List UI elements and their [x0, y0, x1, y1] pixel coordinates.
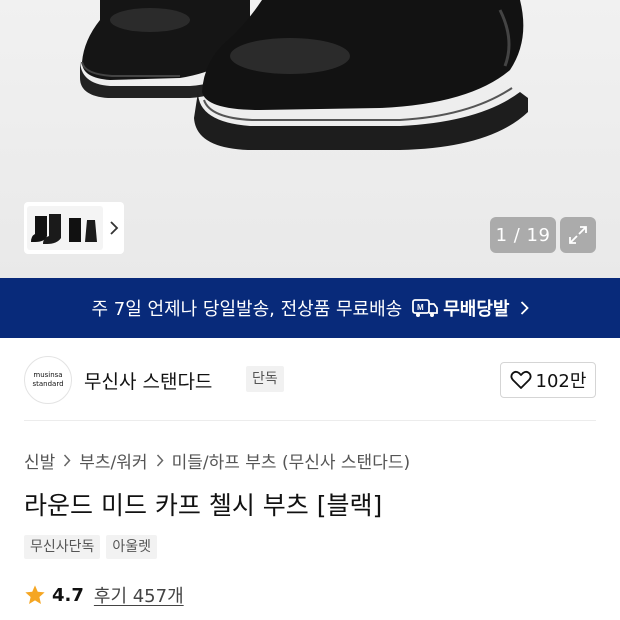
- chevron-right-icon: [64, 454, 71, 467]
- product-title: 라운드 미드 카프 첼시 부츠 [블랙]: [24, 491, 383, 520]
- chevron-right-icon[interactable]: [109, 221, 119, 235]
- product-tags: 무신사단독 아울렛: [24, 535, 158, 559]
- breadcrumb-item[interactable]: 부츠/워커: [79, 448, 147, 473]
- brand-row: musinsa standard 무신사 스탠다드 단독 102만: [24, 356, 596, 404]
- product-image-viewer[interactable]: 1 / 19: [0, 0, 620, 278]
- svg-text:M: M: [417, 303, 424, 312]
- breadcrumb-item[interactable]: 미들/하프 부츠 (무신사 스탠다드): [172, 448, 411, 473]
- chevron-right-icon: [156, 454, 164, 467]
- image-counter: 1 / 19: [490, 217, 556, 253]
- delivery-promo-banner[interactable]: 주 7일 언제나 당일발송, 전상품 무료배송 M 무배당발: [0, 278, 620, 338]
- rating-row: 4.7 후기 457개: [24, 582, 184, 608]
- thumbnail-image[interactable]: [27, 206, 103, 250]
- like-button[interactable]: 102만: [500, 362, 596, 398]
- tag-badge: 아울렛: [106, 535, 158, 559]
- brand-logo[interactable]: musinsa standard: [24, 356, 72, 404]
- breadcrumb-item[interactable]: 신발: [24, 448, 55, 473]
- breadcrumb: 신발 부츠/워커 미들/하프 부츠 (무신사 스탠다드): [24, 448, 410, 473]
- expand-icon: [569, 226, 587, 244]
- rating-value: 4.7: [52, 584, 84, 606]
- like-count: 102만: [535, 371, 587, 392]
- expand-button[interactable]: [560, 217, 596, 253]
- delivery-truck-icon: M: [412, 299, 439, 317]
- delivery-brand-label: 무배당발: [443, 299, 510, 320]
- thumbnail-strip[interactable]: [24, 202, 124, 254]
- divider: [24, 420, 596, 421]
- star-icon: [25, 585, 45, 604]
- tag-badge: 무신사단독: [24, 535, 101, 559]
- heart-icon: [510, 370, 532, 389]
- exclusive-badge: 단독: [246, 366, 284, 392]
- chevron-right-icon: [520, 301, 529, 315]
- brand-name[interactable]: 무신사 스탠다드: [84, 367, 212, 394]
- promo-text: 주 7일 언제나 당일발송, 전상품 무료배송: [91, 299, 403, 320]
- reviews-link[interactable]: 후기 457개: [94, 582, 184, 608]
